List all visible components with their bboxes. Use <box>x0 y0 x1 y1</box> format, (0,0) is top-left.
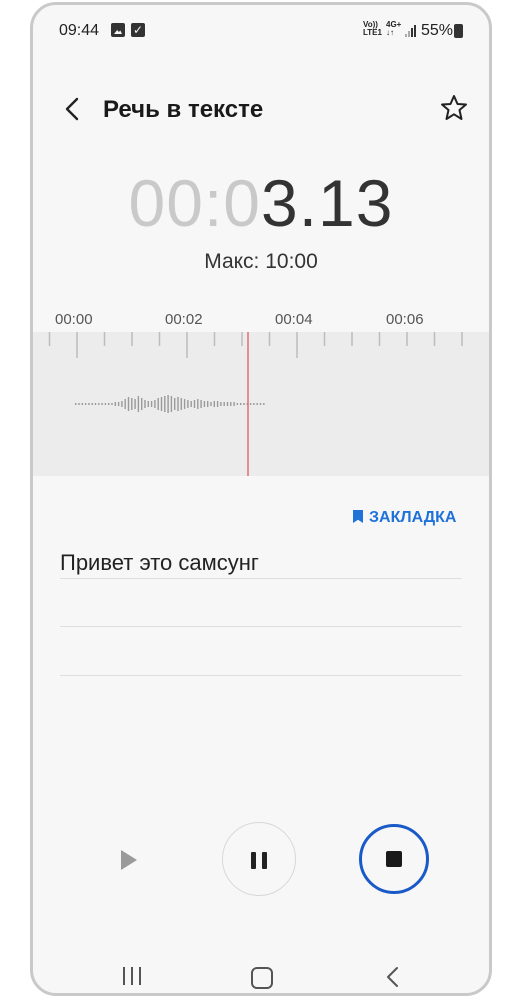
waveform-bar <box>157 398 159 410</box>
waveform-bar <box>259 403 262 405</box>
waveform-bar <box>134 399 136 409</box>
pause-icon <box>251 852 256 869</box>
waveform-bar <box>180 398 182 410</box>
waveform-area[interactable] <box>33 332 489 476</box>
bookmark-label: ЗАКЛАДКА <box>369 509 457 526</box>
waveform-bar <box>233 402 235 406</box>
waveform-bar <box>84 403 87 405</box>
waveform-bar <box>200 400 202 408</box>
waveform-bar <box>164 396 166 412</box>
waveform-bar <box>160 397 163 411</box>
bookmark-icon <box>353 510 363 523</box>
recent-apps-icon[interactable] <box>123 967 145 987</box>
waveform-bar <box>210 402 212 406</box>
waveform-bar <box>144 400 146 408</box>
divider <box>60 626 462 627</box>
waveform-bar <box>220 402 222 406</box>
waveform-bar <box>101 403 103 405</box>
waveform-bar <box>216 401 219 407</box>
battery-percent: 55% <box>421 22 454 39</box>
waveform-bar <box>223 402 225 406</box>
waveform-bar <box>114 402 116 406</box>
waveform-bar <box>253 403 255 405</box>
waveform-bar <box>197 399 199 409</box>
waveform-bar <box>263 403 265 405</box>
waveform-bar <box>104 403 107 405</box>
waveform-bar <box>230 402 232 406</box>
waveform-bar <box>94 403 97 405</box>
timeline-label: 00:06 <box>386 311 424 328</box>
timeline-labels: 00:00 00:02 00:04 00:06 <box>33 311 489 333</box>
waveform-bar <box>207 401 209 407</box>
waveform-bar <box>167 395 169 413</box>
waveform-bar <box>190 401 192 407</box>
phone-frame: 09:44 ✓ Vo)) LTE1 4G+ ↓↑ 55% Речь в тексте… <box>30 2 492 996</box>
play-icon[interactable] <box>117 848 141 872</box>
timeline-label: 00:02 <box>165 311 203 328</box>
gallery-icon <box>111 23 125 37</box>
waveform-bar <box>203 401 206 407</box>
pause-button[interactable] <box>222 822 296 896</box>
waveform-bar <box>141 398 143 410</box>
max-duration-label: Макс: 10:00 <box>204 250 318 273</box>
waveform-bar <box>249 403 252 405</box>
timeline-label: 00:04 <box>275 311 313 328</box>
waveform-bar <box>240 403 242 405</box>
stop-icon <box>386 851 402 867</box>
check-icon: ✓ <box>131 23 145 37</box>
waveform-bar <box>170 396 173 412</box>
waveform-bar <box>98 403 100 405</box>
waveform-bar <box>81 403 83 405</box>
divider <box>60 675 462 676</box>
chevron-left-icon[interactable] <box>59 95 87 123</box>
waveform-bar <box>111 403 113 405</box>
waveform-bar <box>226 402 229 406</box>
waveform-bar <box>117 402 120 406</box>
status-bar: 09:44 ✓ Vo)) LTE1 4G+ ↓↑ 55% <box>33 5 489 55</box>
waveform-bar <box>174 398 176 410</box>
waveform-bar <box>213 401 215 407</box>
divider <box>60 578 462 579</box>
waveform-bar <box>78 403 80 405</box>
waveform-bar <box>91 403 93 405</box>
timer-value: 3.13 <box>261 166 394 240</box>
waveform-bar <box>183 399 186 409</box>
timer-dim: 00:0 <box>128 166 261 240</box>
bookmark-button[interactable]: ЗАКЛАДКА <box>353 509 456 527</box>
waveform-bar <box>187 400 189 408</box>
waveform-bar <box>147 401 149 407</box>
waveform-bar <box>131 398 133 410</box>
waveform-bar <box>193 400 196 408</box>
waveform-bar <box>127 397 130 411</box>
waveform-bar <box>177 397 179 411</box>
recording-timer: 00:03.13 <box>33 165 489 241</box>
waveform-bar <box>137 396 140 412</box>
transcript-text: Привет это самсунг <box>60 550 259 575</box>
waveform <box>48 332 463 476</box>
back-icon[interactable] <box>383 965 403 989</box>
timeline-label: 00:00 <box>55 311 93 328</box>
page-title: Речь в тексте <box>103 96 264 123</box>
waveform-bar <box>256 403 258 405</box>
volte-icon: Vo)) LTE1 <box>363 20 382 37</box>
star-outline-icon[interactable] <box>439 93 469 123</box>
home-icon[interactable] <box>251 967 273 989</box>
waveform-bar <box>243 403 245 405</box>
4g-icon: 4G+ ↓↑ <box>386 20 402 37</box>
stop-button[interactable] <box>359 824 429 894</box>
waveform-bar <box>108 403 110 405</box>
waveform-bar <box>236 403 239 405</box>
waveform-bar <box>121 401 123 407</box>
signal-icon <box>405 25 417 37</box>
waveform-bar <box>88 403 90 405</box>
waveform-bar <box>75 403 77 405</box>
battery-icon <box>454 24 463 38</box>
waveform-bar <box>154 400 156 408</box>
waveform-bar <box>124 399 126 409</box>
navigation-bar <box>33 955 489 993</box>
app-header: Речь в тексте <box>33 83 489 139</box>
waveform-bar <box>150 401 153 407</box>
status-time: 09:44 <box>59 22 100 39</box>
